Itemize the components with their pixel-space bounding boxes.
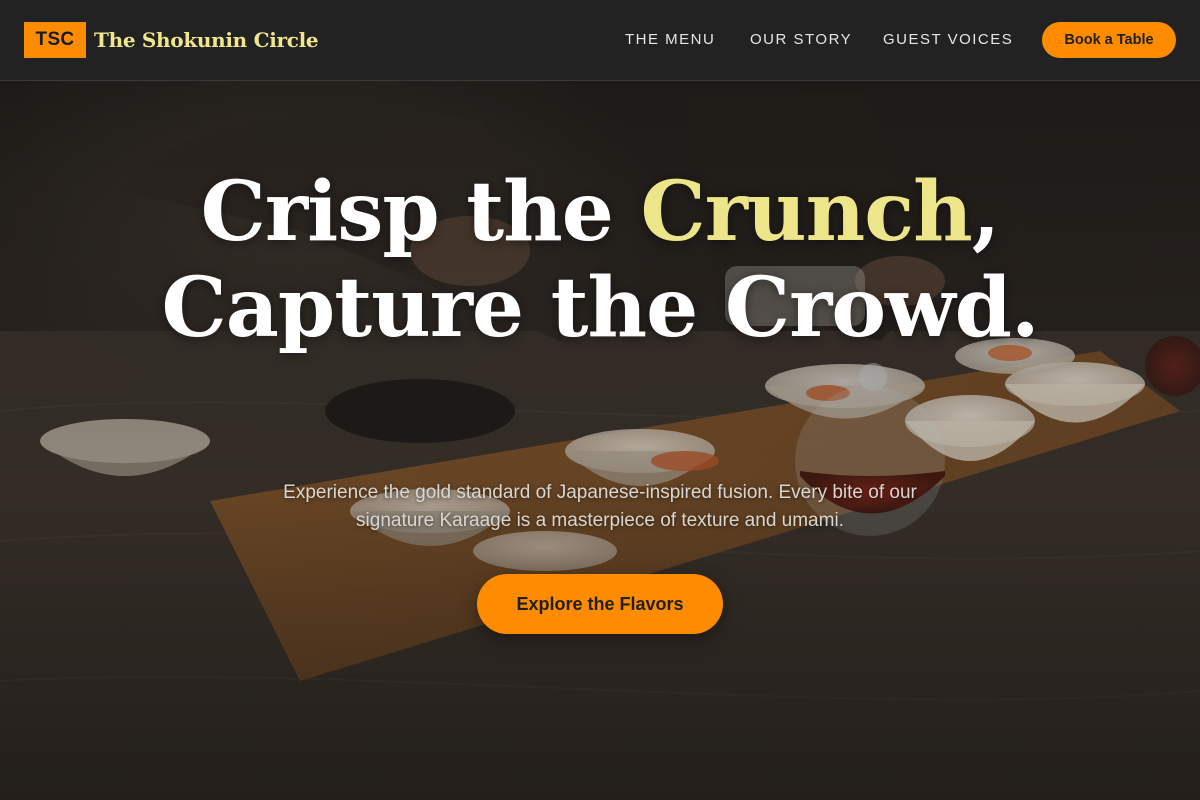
- hero-subtext: Experience the gold standard of Japanese…: [283, 482, 917, 531]
- headline-part1: Crisp the: [200, 164, 641, 260]
- hero-headline: Crisp the Crunch, Capture the Crowd.: [100, 164, 1100, 356]
- nav-link-menu[interactable]: THE MENU: [625, 30, 715, 50]
- brand-name[interactable]: The Shokunin Circle: [94, 27, 319, 53]
- logo-badge[interactable]: TSC: [24, 22, 86, 58]
- book-table-button[interactable]: Book a Table: [1042, 22, 1176, 58]
- headline-accent: Crunch: [640, 164, 973, 260]
- site-header: TSC The Shokunin Circle THE MENU OUR STO…: [0, 0, 1200, 81]
- nav-link-guest-voices[interactable]: GUEST VOICES: [883, 30, 1013, 50]
- explore-flavors-button[interactable]: Explore the Flavors: [477, 574, 723, 634]
- nav-link-our-story[interactable]: OUR STORY: [750, 30, 852, 50]
